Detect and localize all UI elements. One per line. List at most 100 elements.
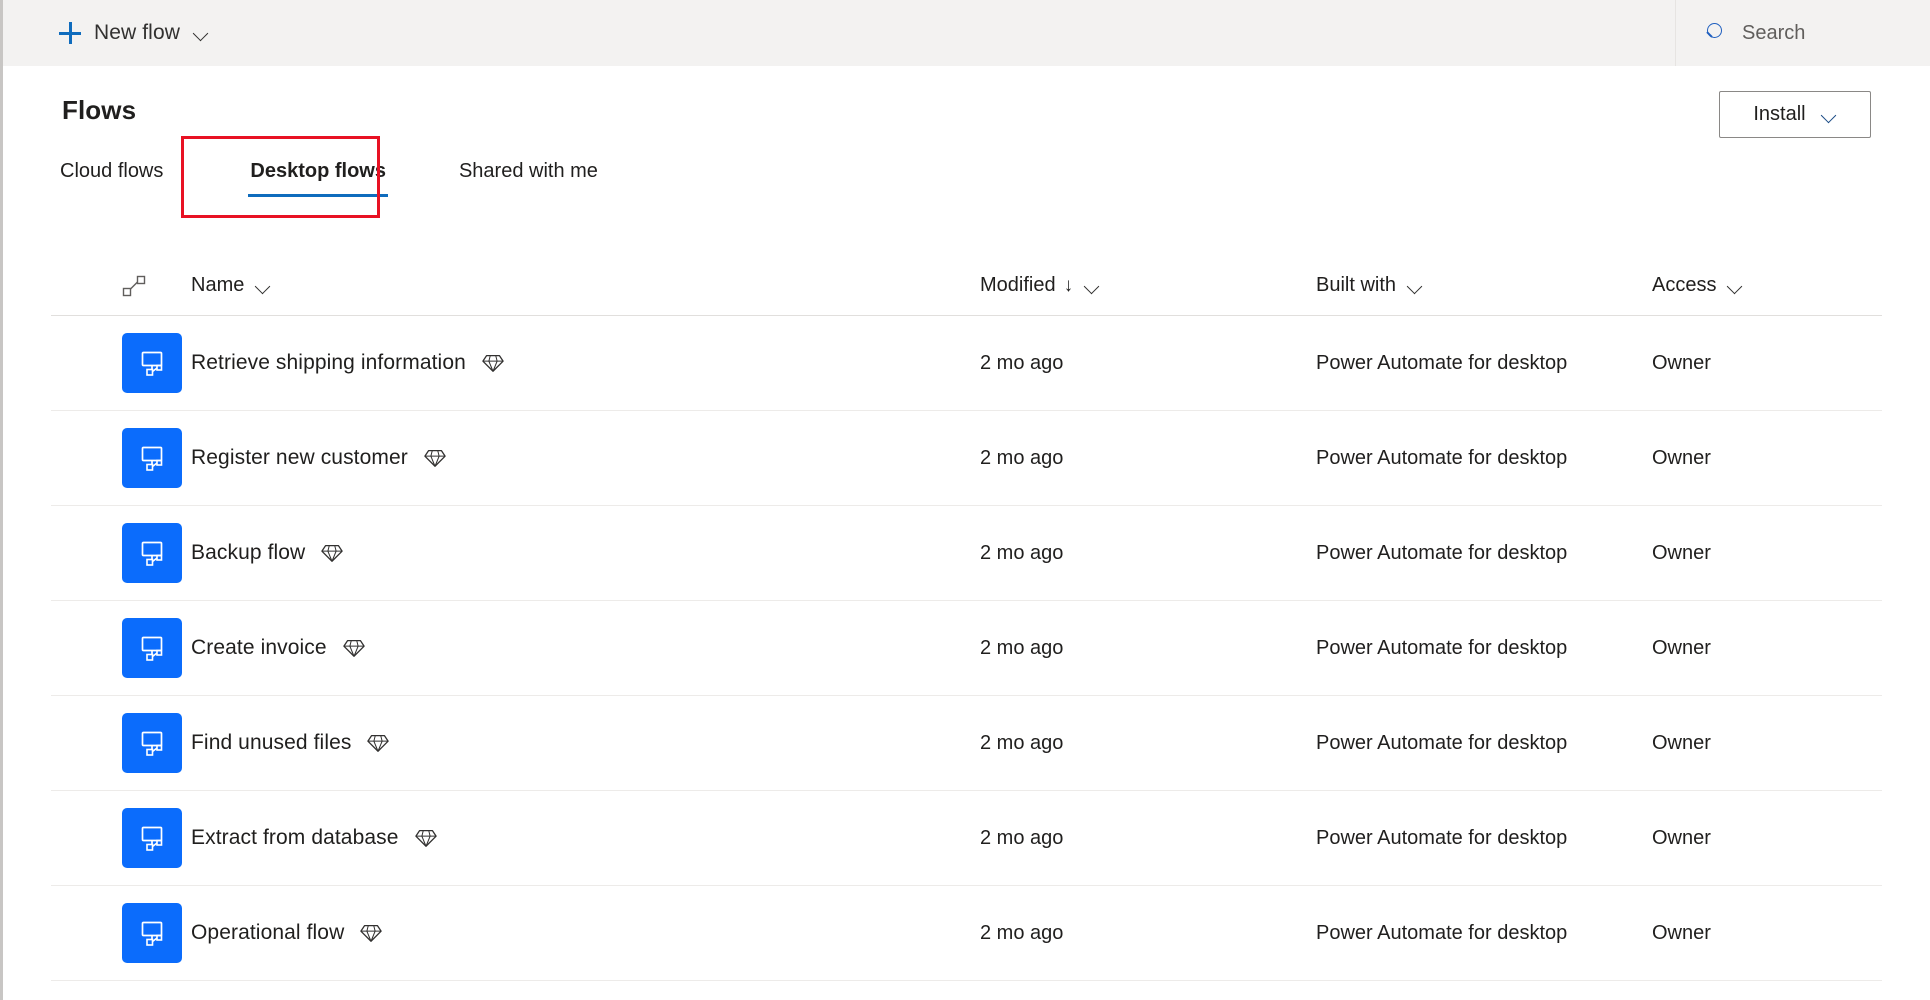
desktop-flow-icon[interactable]: [122, 713, 182, 773]
table-header-row: Name Modified ↓ Built with Access: [51, 256, 1882, 316]
row-name-cell: Operational flow: [191, 921, 980, 945]
table-row[interactable]: Extract from database 2 mo ago Power Aut…: [51, 791, 1882, 886]
chevron-down-icon: [193, 28, 209, 38]
flow-name-link[interactable]: Create invoice: [191, 636, 327, 660]
flows-page: New flow Search Flows Install Cloud flow…: [0, 0, 1930, 1000]
desktop-flow-glyph: [141, 351, 163, 376]
search-placeholder: Search: [1742, 21, 1806, 44]
flows-table: Name Modified ↓ Built with Access Retrie…: [3, 256, 1930, 981]
desktop-flow-icon[interactable]: [122, 333, 182, 393]
row-icon-cell: [51, 333, 191, 393]
access-value: Owner: [1652, 921, 1711, 944]
row-access-cell: Owner: [1652, 732, 1882, 755]
desktop-flow-icon[interactable]: [122, 618, 182, 678]
column-header-built-with[interactable]: Built with: [1316, 274, 1652, 297]
row-access-cell: Owner: [1652, 637, 1882, 660]
desktop-flow-icon[interactable]: [122, 903, 182, 963]
access-value: Owner: [1652, 541, 1711, 564]
tab-desktop-flows[interactable]: Desktop flows: [248, 152, 388, 197]
built-with-value: Power Automate for desktop: [1316, 826, 1568, 849]
table-row[interactable]: Create invoice 2 mo ago Power Automate f…: [51, 601, 1882, 696]
row-built-with-cell: Power Automate for desktop: [1316, 732, 1652, 755]
access-value: Owner: [1652, 826, 1711, 849]
modified-value: 2 mo ago: [980, 826, 1064, 849]
column-header-name-label: Name: [191, 274, 245, 296]
built-with-value: Power Automate for desktop: [1316, 446, 1568, 469]
row-modified-cell: 2 mo ago: [980, 447, 1316, 470]
column-header-access-label: Access: [1652, 274, 1717, 296]
modified-value: 2 mo ago: [980, 731, 1064, 754]
row-modified-cell: 2 mo ago: [980, 922, 1316, 945]
row-access-cell: Owner: [1652, 352, 1882, 375]
table-row[interactable]: Backup flow 2 mo ago Power Automate for …: [51, 506, 1882, 601]
row-icon-cell: [51, 903, 191, 963]
table-row[interactable]: Retrieve shipping information 2 mo ago P…: [51, 316, 1882, 411]
flow-name-link[interactable]: Operational flow: [191, 921, 344, 945]
column-header-name[interactable]: Name: [191, 274, 980, 297]
command-bar: New flow Search: [3, 0, 1930, 66]
built-with-value: Power Automate for desktop: [1316, 351, 1568, 374]
tab-cloud-flows[interactable]: Cloud flows: [58, 152, 165, 197]
modified-value: 2 mo ago: [980, 446, 1064, 469]
column-header-modified[interactable]: Modified ↓: [980, 274, 1316, 297]
search-icon: [1704, 22, 1726, 44]
table-row[interactable]: Operational flow 2 mo ago Power Automate…: [51, 886, 1882, 981]
row-name-cell: Extract from database: [191, 826, 980, 850]
flow-name-link[interactable]: Find unused files: [191, 731, 351, 755]
row-name-cell: Find unused files: [191, 731, 980, 755]
column-header-type[interactable]: [51, 274, 191, 298]
flow-name-link[interactable]: Retrieve shipping information: [191, 351, 466, 375]
row-icon-cell: [51, 713, 191, 773]
row-icon-cell: [51, 523, 191, 583]
flows-tablist: Cloud flows Desktop flows Shared with me: [3, 152, 1930, 216]
row-icon-cell: [51, 428, 191, 488]
row-built-with-cell: Power Automate for desktop: [1316, 827, 1652, 850]
flow-name-link[interactable]: Backup flow: [191, 541, 305, 565]
row-built-with-cell: Power Automate for desktop: [1316, 447, 1652, 470]
table-row[interactable]: Find unused files 2 mo ago Power Automat…: [51, 696, 1882, 791]
page-title: Flows: [62, 95, 137, 125]
row-built-with-cell: Power Automate for desktop: [1316, 637, 1652, 660]
new-flow-button[interactable]: New flow: [51, 11, 217, 55]
install-button-label: Install: [1753, 103, 1806, 125]
row-built-with-cell: Power Automate for desktop: [1316, 922, 1652, 945]
access-value: Owner: [1652, 636, 1711, 659]
row-modified-cell: 2 mo ago: [980, 732, 1316, 755]
chevron-down-icon: [255, 281, 271, 291]
column-header-modified-label: Modified: [980, 274, 1056, 296]
modified-value: 2 mo ago: [980, 541, 1064, 564]
built-with-value: Power Automate for desktop: [1316, 636, 1568, 659]
row-name-cell: Create invoice: [191, 636, 980, 660]
row-name-cell: Register new customer: [191, 446, 980, 470]
search-input[interactable]: Search: [1676, 0, 1930, 66]
desktop-flow-glyph: [141, 731, 163, 756]
tab-shared-with-me[interactable]: Shared with me: [457, 152, 600, 197]
row-access-cell: Owner: [1652, 922, 1882, 945]
page-header: Flows Install: [3, 66, 1930, 166]
flow-name-link[interactable]: Register new customer: [191, 446, 408, 470]
desktop-flow-icon[interactable]: [122, 428, 182, 488]
chevron-down-icon: [1821, 110, 1837, 120]
access-value: Owner: [1652, 351, 1711, 374]
column-header-access[interactable]: Access: [1652, 274, 1882, 297]
built-with-value: Power Automate for desktop: [1316, 541, 1568, 564]
flow-name-link[interactable]: Extract from database: [191, 826, 399, 850]
new-flow-label: New flow: [94, 21, 180, 44]
row-modified-cell: 2 mo ago: [980, 637, 1316, 660]
row-access-cell: Owner: [1652, 827, 1882, 850]
row-built-with-cell: Power Automate for desktop: [1316, 352, 1652, 375]
desktop-flow-icon[interactable]: [122, 808, 182, 868]
built-with-value: Power Automate for desktop: [1316, 921, 1568, 944]
premium-diamond-icon: [342, 640, 365, 657]
chevron-down-icon: [1727, 281, 1743, 291]
modified-value: 2 mo ago: [980, 636, 1064, 659]
plus-icon: [59, 22, 81, 44]
table-row[interactable]: Register new customer 2 mo ago Power Aut…: [51, 411, 1882, 506]
access-value: Owner: [1652, 731, 1711, 754]
row-access-cell: Owner: [1652, 447, 1882, 470]
install-button[interactable]: Install: [1719, 91, 1871, 138]
row-icon-cell: [51, 808, 191, 868]
sort-descending-icon: ↓: [1063, 275, 1074, 296]
desktop-flow-icon[interactable]: [122, 523, 182, 583]
desktop-flow-glyph: [141, 921, 163, 946]
